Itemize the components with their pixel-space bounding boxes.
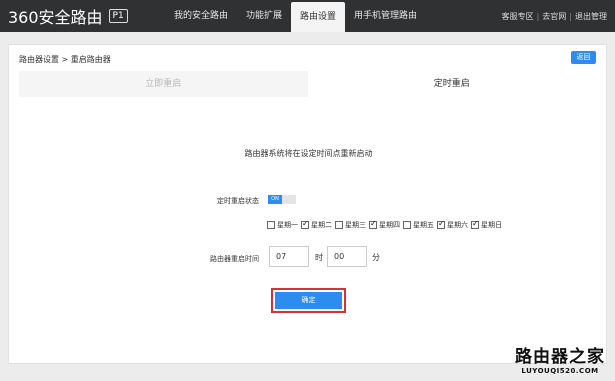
- hour-unit: 时: [315, 253, 323, 262]
- tab-scheduled-reboot[interactable]: 定时重启: [307, 71, 596, 97]
- checkbox[interactable]: [267, 221, 275, 229]
- official-site-link[interactable]: 去官网: [542, 11, 566, 22]
- back-button[interactable]: 返回: [571, 51, 596, 64]
- content-panel: 路由器设置 > 重启路由器 返回 立即重启 定时重启 路由器系统将在设定时间点重…: [8, 44, 607, 364]
- minute-input[interactable]: 00: [327, 246, 367, 267]
- schedule-status-label: 定时重启状态: [217, 197, 259, 205]
- day-label: 星期三: [345, 221, 366, 229]
- confirm-highlight: 确定: [271, 288, 346, 313]
- checkbox[interactable]: [471, 221, 479, 229]
- day-friday[interactable]: 星期五: [403, 220, 434, 230]
- day-saturday[interactable]: 星期六: [437, 220, 468, 230]
- day-label: 星期日: [481, 221, 502, 229]
- day-label: 星期四: [379, 221, 400, 229]
- nav-router-settings[interactable]: 路由设置: [291, 2, 346, 32]
- minute-unit: 分: [372, 253, 380, 262]
- watermark-main: 路由器之家: [515, 347, 605, 367]
- logout-link[interactable]: 退出管理: [575, 11, 607, 22]
- main-nav: 我的安全路由 功能扩展 路由设置 用手机管理路由: [165, 0, 426, 32]
- logo[interactable]: 360安全路由 P1: [8, 6, 128, 27]
- breadcrumb: 路由器设置 > 重启路由器: [19, 55, 111, 64]
- day-label: 星期五: [413, 221, 434, 229]
- description-text: 路由器系统将在设定时间点重新启动: [244, 149, 373, 158]
- schedule-toggle[interactable]: ON: [268, 195, 296, 204]
- nav-extensions[interactable]: 功能扩展: [237, 0, 291, 32]
- watermark: 路由器之家 LUYOUQI520.COM: [515, 342, 605, 375]
- top-nav-bar: 360安全路由 P1 我的安全路由 功能扩展 路由设置 用手机管理路由 客服专区…: [0, 0, 615, 32]
- day-tuesday[interactable]: 星期二: [301, 220, 332, 230]
- nav-mobile-manage[interactable]: 用手机管理路由: [345, 0, 426, 32]
- logo-text: 360安全路由: [8, 8, 103, 27]
- day-sunday[interactable]: 星期日: [471, 220, 502, 230]
- separator: |: [569, 11, 572, 21]
- day-thursday[interactable]: 星期四: [369, 220, 400, 230]
- checkbox[interactable]: [403, 221, 411, 229]
- checkbox[interactable]: [369, 221, 377, 229]
- nav-my-router[interactable]: 我的安全路由: [165, 0, 237, 32]
- day-label: 星期六: [447, 221, 468, 229]
- top-links: 客服专区 | 去官网 | 退出管理: [502, 0, 607, 32]
- checkbox[interactable]: [335, 221, 343, 229]
- reboot-time-label: 路由器重启时间: [210, 255, 259, 263]
- day-label: 星期一: [277, 221, 298, 229]
- day-monday[interactable]: 星期一: [267, 220, 298, 230]
- checkbox[interactable]: [437, 221, 445, 229]
- hour-input[interactable]: 07: [269, 246, 309, 267]
- weekday-checkboxes: 星期一 星期二 星期三 星期四 星期五 星期六 星期日: [267, 220, 505, 230]
- separator: |: [536, 11, 540, 21]
- toggle-on-indicator: ON: [268, 195, 282, 204]
- tab-reboot-now[interactable]: 立即重启: [19, 71, 308, 97]
- reboot-tabs: 立即重启 定时重启: [19, 71, 596, 97]
- watermark-sub: LUYOUQI520.COM: [521, 367, 599, 375]
- day-wednesday[interactable]: 星期三: [335, 220, 366, 230]
- checkbox[interactable]: [301, 221, 309, 229]
- day-label: 星期二: [311, 221, 332, 229]
- model-badge: P1: [108, 9, 128, 23]
- support-link[interactable]: 客服专区: [502, 11, 534, 22]
- confirm-button[interactable]: 确定: [275, 292, 342, 309]
